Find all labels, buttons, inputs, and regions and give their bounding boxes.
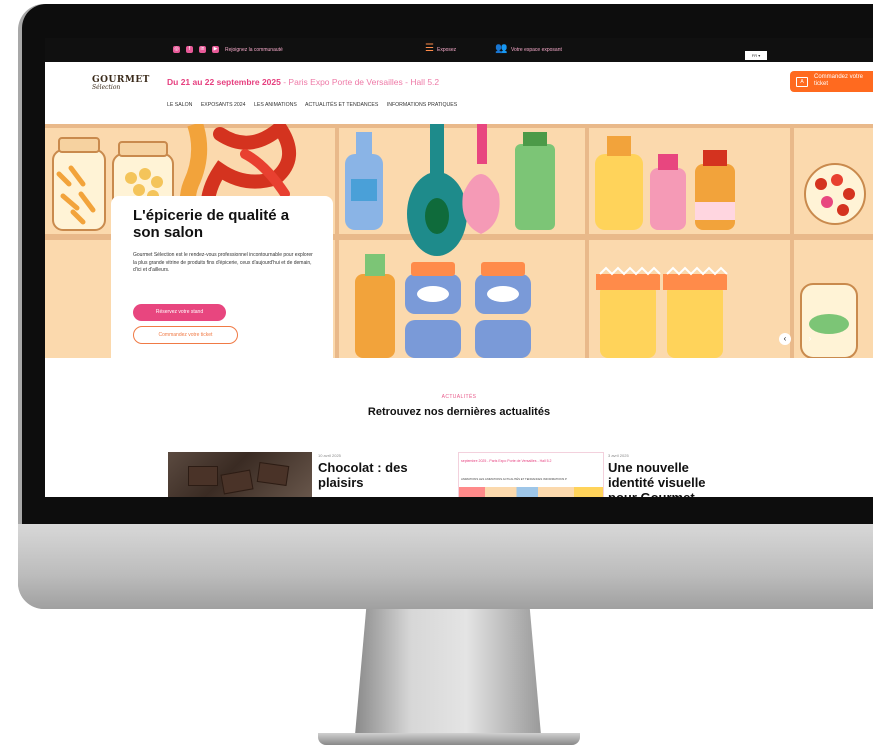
order-ticket-button[interactable]: A Commandez votre ticket: [790, 71, 873, 92]
nav-le-salon[interactable]: LE SALON: [167, 102, 192, 108]
site-logo[interactable]: GOURMET Sélection: [92, 76, 150, 92]
news-date: 3 avril 2025: [608, 453, 629, 458]
chocolate-piece: [188, 466, 218, 486]
news-headline[interactable]: Chocolat : des plaisirs: [318, 460, 428, 490]
exhibit-link[interactable]: Exposez: [437, 47, 456, 53]
thumb-illustration: [459, 487, 603, 497]
site-header: GOURMET Sélection Du 21 au 22 septembre …: [45, 62, 873, 124]
instagram-icon[interactable]: ◎: [173, 46, 180, 53]
hero-banner: L'épicerie de qualité a son salon Gourme…: [45, 124, 873, 358]
hero-card: L'épicerie de qualité a son salon Gourme…: [111, 196, 333, 358]
monitor-chin: [18, 524, 873, 609]
language-selector[interactable]: FR ▾: [745, 51, 767, 60]
ticket-icon: A: [796, 77, 808, 87]
chocolate-piece: [220, 469, 254, 495]
thumb-date-bar: septembre 2025 - Paris Expo Porte de Ver…: [461, 459, 552, 463]
thumb-nav: ANIMATIONS LES ANIMATIONS ACTUALITÉS ET …: [461, 477, 567, 481]
nav-exposants[interactable]: EXPOSANTS 2024: [201, 102, 246, 108]
news-image-chocolate[interactable]: [168, 452, 312, 497]
exhibitor-space-link[interactable]: Votre espace exposant: [511, 47, 562, 53]
event-dates-bold: Du 21 au 22 septembre 2025: [167, 77, 281, 87]
news-image-identity[interactable]: septembre 2025 - Paris Expo Porte de Ver…: [458, 452, 604, 497]
facebook-icon[interactable]: f: [186, 46, 193, 53]
order-ticket-label: Commandez votre ticket: [814, 74, 864, 87]
youtube-icon[interactable]: ▶: [212, 46, 219, 53]
users-icon: 👥: [495, 43, 508, 54]
hero-title: L'épicerie de qualité a son salon: [133, 207, 290, 241]
news-kicker: ACTUALITÉS: [441, 394, 477, 400]
order-ticket-outline-button[interactable]: Commandez votre ticket: [133, 326, 238, 344]
news-date: 10 avril 2025: [318, 453, 341, 458]
carousel-next-button[interactable]: ›: [804, 333, 816, 345]
website-screen: ◎ f in ▶ Rejoignez la communauté ☰ Expos…: [45, 38, 873, 497]
monitor-base: [318, 733, 580, 745]
news-headline[interactable]: Une nouvelle identité visuelle pour Gour…: [608, 460, 728, 497]
nav-actualites[interactable]: ACTUALITÉS ET TENDANCES: [305, 102, 378, 108]
database-icon: ☰: [425, 43, 434, 54]
news-section: ACTUALITÉS Retrouvez nos dernières actua…: [45, 358, 873, 497]
chocolate-piece: [256, 462, 290, 486]
linkedin-icon[interactable]: in: [199, 46, 206, 53]
nav-informations[interactable]: INFORMATIONS PRATIQUES: [387, 102, 457, 108]
community-link[interactable]: Rejoignez la communauté: [225, 47, 283, 53]
news-title: Retrouvez nos dernières actualités: [367, 406, 551, 418]
main-nav: LE SALON EXPOSANTS 2024 LES ANIMATIONS A…: [167, 102, 464, 108]
monitor-stand: [355, 609, 541, 735]
event-dates: Du 21 au 22 septembre 2025 - Paris Expo …: [167, 77, 439, 87]
book-stand-button[interactable]: Réservez votre stand: [133, 304, 226, 321]
top-bar: ◎ f in ▶ Rejoignez la communauté ☰ Expos…: [45, 38, 873, 62]
nav-animations[interactable]: LES ANIMATIONS: [254, 102, 297, 108]
hero-description: Gourmet Sélection est le rendez-vous pro…: [133, 252, 313, 273]
logo-sub: Sélection: [92, 84, 121, 91]
carousel-prev-button[interactable]: ‹: [779, 333, 791, 345]
event-location: - Paris Expo Porte de Versailles - Hall …: [280, 77, 440, 87]
